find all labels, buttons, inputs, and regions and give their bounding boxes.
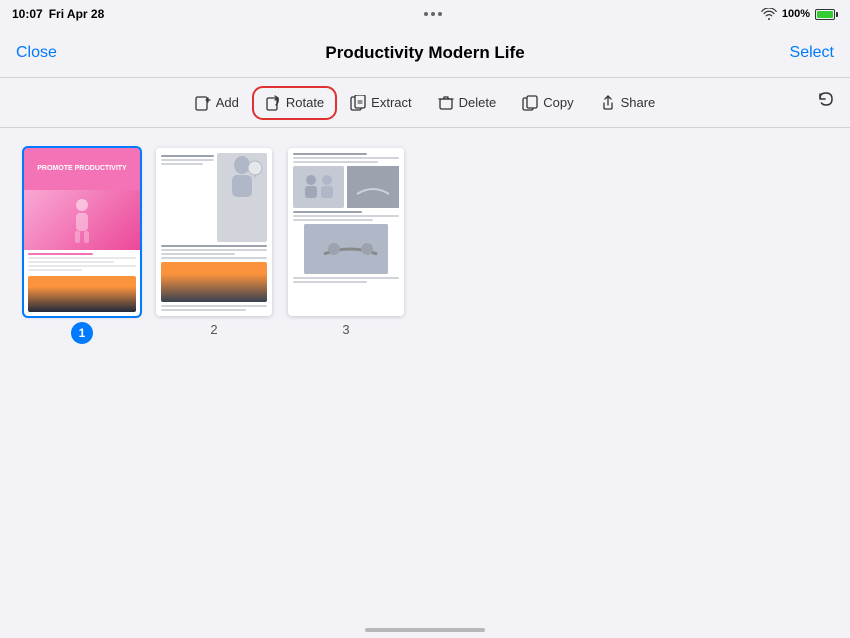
page2-person-image <box>217 153 267 242</box>
page1-line-5 <box>28 269 82 271</box>
handshake-large-svg <box>304 224 389 274</box>
person-figure <box>67 195 97 245</box>
page1-line-2 <box>28 257 136 259</box>
page-thumb-1[interactable]: Promote Productivity <box>24 148 140 316</box>
add-icon <box>195 95 211 111</box>
rotate-icon <box>265 95 281 111</box>
extract-icon <box>350 95 366 111</box>
page-thumb-2[interactable] <box>156 148 272 316</box>
p2-line <box>161 159 214 161</box>
page2-mid-row <box>161 245 267 259</box>
copy-icon <box>522 95 538 111</box>
page1-top-image <box>24 190 140 250</box>
delete-icon <box>438 95 454 111</box>
page2-bottom-text <box>161 305 267 311</box>
meeting-svg <box>293 166 344 208</box>
page1-line-3 <box>28 261 114 263</box>
page1-bottom-image <box>28 276 136 312</box>
battery-percent: 100% <box>782 8 810 20</box>
undo-icon <box>816 90 836 110</box>
page3-top-text <box>293 153 399 163</box>
handshake-svg <box>347 166 399 208</box>
home-indicator <box>365 628 485 632</box>
status-dots <box>424 12 442 16</box>
copy-button[interactable]: Copy <box>512 89 583 117</box>
page-item-3[interactable]: 3 <box>288 148 404 337</box>
page1-header: Promote Productivity <box>24 148 140 190</box>
page1-line-4 <box>28 265 136 267</box>
page1-header-text: Promote Productivity <box>37 165 126 173</box>
add-button[interactable]: Add <box>185 89 249 117</box>
status-time: 10:07 <box>12 7 43 21</box>
battery-icon <box>815 9 838 20</box>
share-icon <box>600 95 616 111</box>
status-right: 100% <box>761 8 838 20</box>
delete-button[interactable]: Delete <box>428 89 507 117</box>
status-date: Fri Apr 28 <box>49 7 105 21</box>
page-number-3: 3 <box>342 322 349 337</box>
page2-top-row <box>161 153 267 242</box>
page3-bottom-text <box>293 277 399 283</box>
wifi-icon <box>761 8 777 20</box>
status-left: 10:07 Fri Apr 28 <box>12 7 104 21</box>
close-button[interactable]: Close <box>16 44 57 62</box>
page1-body <box>24 250 140 274</box>
page2-text-col <box>161 153 214 242</box>
main-content: Promote Productivity <box>0 128 850 364</box>
page-number-2: 2 <box>210 322 217 337</box>
undo-button[interactable] <box>816 90 836 116</box>
rotate-button[interactable]: Rotate <box>255 89 334 117</box>
page-thumb-3[interactable] <box>288 148 404 316</box>
select-button[interactable]: Select <box>790 44 834 62</box>
person-lightbulb <box>217 153 267 208</box>
extract-button[interactable]: Extract <box>340 89 421 117</box>
page1-line-1 <box>28 253 93 255</box>
page3-meeting-image <box>293 166 344 208</box>
page3-second-image <box>347 166 399 208</box>
page2-sunset-image <box>161 262 267 302</box>
share-button[interactable]: Share <box>590 89 666 117</box>
p2-line <box>161 163 203 165</box>
page3-mid-text <box>293 211 399 221</box>
p2-line <box>161 155 214 157</box>
nav-bar: Close Productivity Modern Life Select <box>0 28 850 78</box>
page2-mid-text <box>161 245 267 259</box>
page3-images-row <box>293 166 399 208</box>
toolbar: Add Rotate Extract Delete <box>0 78 850 128</box>
page-item-2[interactable]: 2 <box>156 148 272 337</box>
page-item-1[interactable]: Promote Productivity <box>24 148 140 344</box>
page3-handshake-image <box>304 224 389 274</box>
page-number-badge-1: 1 <box>71 322 93 344</box>
status-bar: 10:07 Fri Apr 28 100% <box>0 0 850 28</box>
page-title: Productivity Modern Life <box>325 43 524 63</box>
